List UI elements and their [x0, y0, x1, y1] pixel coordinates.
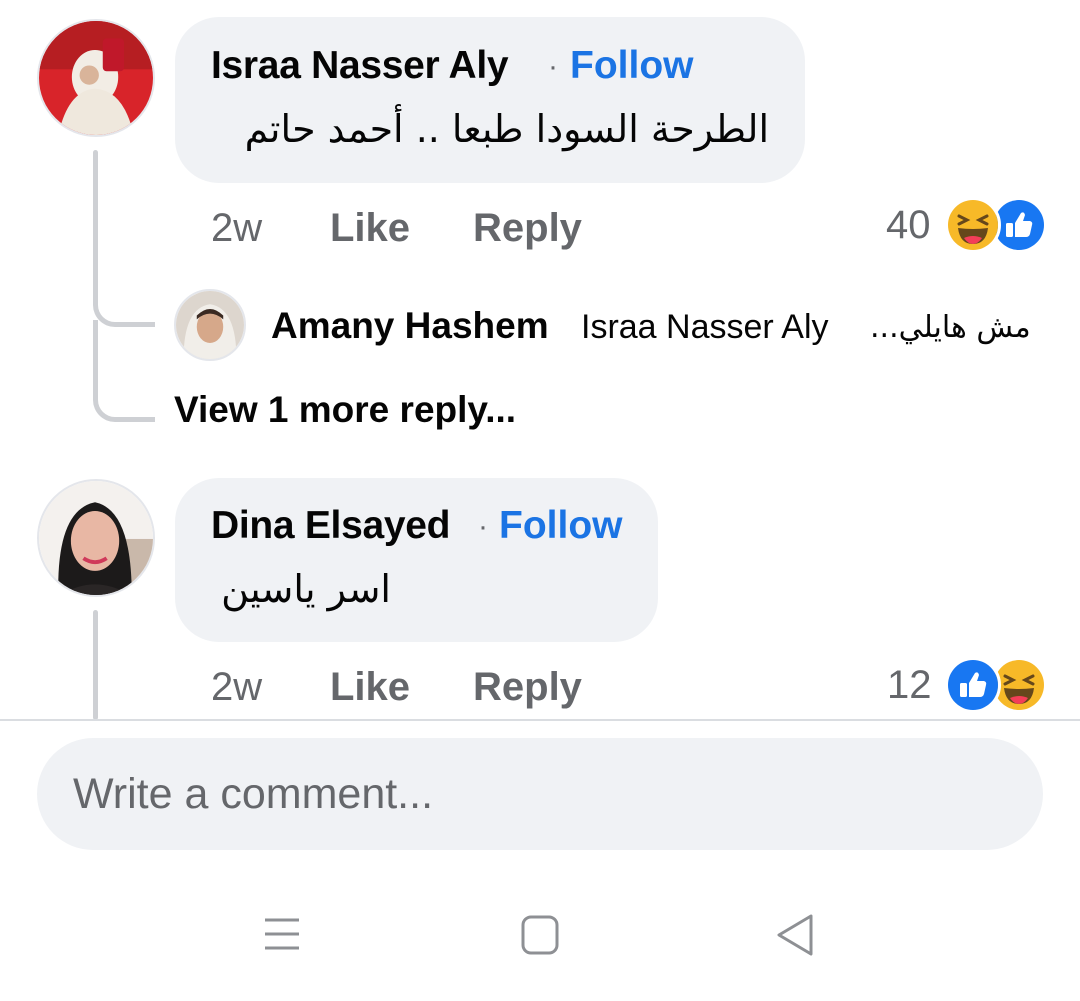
comment-bubble[interactable]	[175, 17, 805, 183]
reply-text: مش هايلي...	[870, 310, 1031, 345]
divider	[0, 719, 1080, 721]
comment-text: الطرحة السودا طبعا .. أحمد حاتم	[244, 107, 769, 151]
comment-input[interactable]: Write a comment...	[37, 738, 1043, 850]
avatar[interactable]	[37, 479, 155, 597]
separator: ·	[548, 50, 558, 83]
avatar-photo	[39, 21, 153, 135]
like-icon[interactable]	[945, 657, 1001, 713]
avatar-photo	[39, 481, 153, 595]
reply-mention[interactable]: Israa Nasser Aly	[581, 308, 829, 347]
reaction-count[interactable]: 12	[887, 663, 932, 708]
avatar[interactable]	[174, 289, 246, 361]
comment-author[interactable]: Israa Nasser Aly	[211, 44, 509, 88]
thread-line	[93, 610, 98, 720]
thread-connector	[93, 320, 155, 422]
home-icon[interactable]	[520, 914, 560, 956]
back-icon[interactable]	[774, 912, 816, 958]
reaction-count[interactable]: 40	[886, 203, 931, 248]
comment-author[interactable]: Dina Elsayed	[211, 504, 450, 548]
menu-icon[interactable]	[262, 914, 302, 954]
avatar-photo	[176, 291, 244, 359]
comment-input-placeholder: Write a comment...	[73, 770, 434, 818]
follow-button[interactable]: Follow	[570, 44, 693, 88]
thread-line	[93, 150, 98, 270]
comment-text: اسر ياسين	[221, 567, 391, 611]
avatar[interactable]	[37, 19, 155, 137]
comment-time: 2w	[211, 206, 263, 250]
reply-author[interactable]: Amany Hashem	[271, 305, 549, 347]
comment-time: 2w	[211, 665, 263, 709]
follow-button[interactable]: Follow	[499, 504, 622, 548]
thread-connector	[93, 255, 155, 327]
haha-icon[interactable]	[945, 197, 1001, 253]
reply-button[interactable]: Reply	[473, 665, 582, 710]
like-button[interactable]: Like	[330, 665, 410, 710]
separator: ·	[478, 510, 488, 543]
view-more-replies[interactable]: View 1 more reply...	[174, 389, 516, 431]
like-button[interactable]: Like	[330, 206, 410, 251]
reply-button[interactable]: Reply	[473, 206, 582, 251]
comment-bubble[interactable]	[175, 478, 658, 642]
